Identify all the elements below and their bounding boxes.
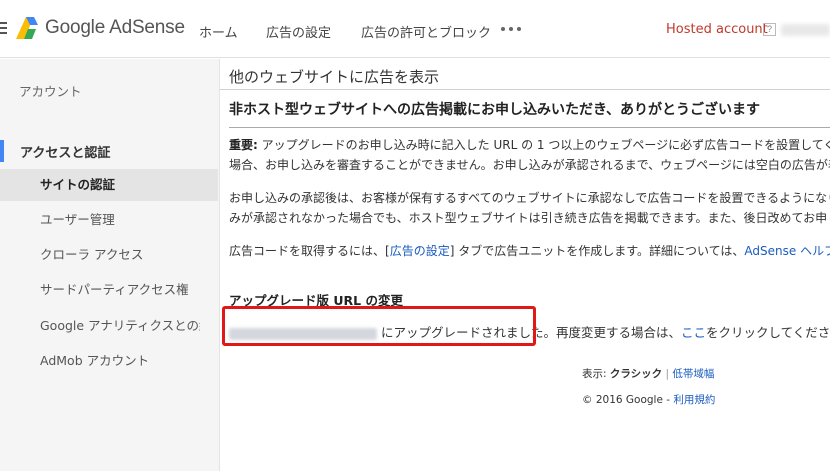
footer-separator: | [665, 368, 670, 380]
ad-settings-link[interactable]: 広告の設定 [390, 244, 450, 258]
help-icon[interactable]: ? [763, 23, 776, 36]
approval-line-2: みが承認されなかった場合でも、ホスト型ウェブサイトは引き続き広告を掲載できます。… [229, 211, 830, 225]
logo-text[interactable]: Google AdSense [45, 17, 185, 39]
nav-allow-block[interactable]: 広告の許可とブロック [361, 22, 491, 41]
highlight-box [222, 306, 536, 346]
heading-divider [229, 127, 830, 128]
adsense-logo-icon[interactable] [14, 16, 40, 40]
nav-ad-settings[interactable]: 広告の設定 [266, 22, 331, 41]
copyright: © 2016 Google [582, 394, 663, 406]
classic-mode: クラシック [609, 368, 663, 380]
sidebar-item-analytics[interactable]: Google アナリティクスとの統合 [0, 310, 200, 342]
thank-you-heading: 非ホスト型ウェブサイトへの広告掲載にお申し込みいただき、ありがとうございます [229, 102, 761, 118]
account-name[interactable] [781, 24, 830, 36]
url-click-text: をクリックしてください。 [706, 325, 830, 340]
approval-line-1: お申し込みの承認後は、お客様が保有するすべてのウェブサイトに承認なしで広告コード… [229, 191, 830, 205]
hosted-account: Hosted account [666, 22, 768, 37]
sidebar-section-access[interactable]: アクセスと認証 [0, 129, 220, 169]
important-line-1: アップグレードのお申し込み時に記入した URL の 1 つ以上のウェブページに必… [257, 138, 830, 152]
sidebar: アカウント アクセスと認証 サイトの認証 ユーザー管理 クローラ アクセス サー… [0, 59, 220, 471]
important-label: 重要: [229, 138, 258, 152]
change-here-link[interactable]: ここ [681, 325, 706, 340]
top-bar: Google AdSense ホーム 広告の設定 広告の許可とブロック Host… [0, 0, 830, 58]
menu-icon[interactable] [0, 22, 7, 35]
sidebar-item-third-party-access[interactable]: サードパーティアクセス権 [0, 274, 218, 306]
approval-paragraph: お申し込みの承認後は、お客様が保有するすべてのウェブサイトに承認なしで広告コード… [229, 188, 830, 228]
ad-code-paragraph: 広告コードを取得するには、[広告の設定] タブで広告ユニットを作成します。詳細に… [229, 241, 830, 261]
url-change-again-text: 再度変更する場合は、 [556, 325, 682, 340]
terms-link[interactable]: 利用規約 [673, 394, 715, 406]
important-paragraph: 重要: アップグレードのお申し込み時に記入した URL の 1 つ以上のウェブペ… [229, 135, 830, 175]
sidebar-item-crawler-access[interactable]: クローラ アクセス [0, 239, 218, 271]
main-header: 他のウェブサイトに広告を表示 [220, 59, 830, 90]
more-icon[interactable] [501, 27, 521, 33]
important-line-2: 場合、お申し込みを審査することができません。お申し込みが承認されるまで、ウェブペ… [229, 158, 830, 172]
help-center-link[interactable]: AdSense ヘルプセンター [744, 244, 830, 258]
display-label: 表示: [582, 368, 607, 380]
section-indicator [0, 140, 4, 162]
sidebar-item-site-verification[interactable]: サイトの認証 [0, 169, 218, 201]
ad-code-mid: ] タブで広告ユニットを作成します。詳細については、 [449, 244, 745, 258]
ad-code-prefix: 広告コードを取得するには、[ [229, 244, 390, 258]
main-content: 他のウェブサイトに広告を表示 非ホスト型ウェブサイトへの広告掲載にお申し込みいた… [220, 59, 830, 471]
display-mode-footer: 表示: クラシック | 低帯域幅 [582, 366, 714, 381]
sidebar-section-label: アクセスと認証 [20, 146, 111, 161]
nav-home[interactable]: ホーム [199, 22, 238, 41]
sidebar-item-user-management[interactable]: ユーザー管理 [0, 204, 218, 236]
copyright-footer: © 2016 Google - 利用規約 [582, 392, 715, 407]
footer-dash: - [666, 394, 671, 406]
page-title: 他のウェブサイトに広告を表示 [229, 68, 440, 86]
low-bandwidth-link[interactable]: 低帯域幅 [672, 368, 714, 380]
sidebar-account[interactable]: アカウント [19, 81, 82, 100]
sidebar-item-admob[interactable]: AdMob アカウント [0, 345, 218, 377]
